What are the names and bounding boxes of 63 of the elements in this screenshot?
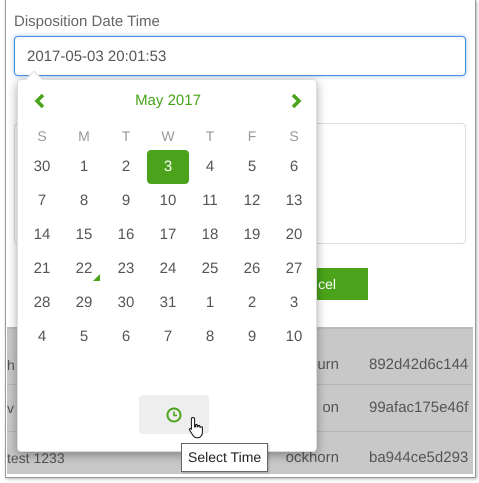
day-cell[interactable]: 4: [189, 150, 231, 184]
weekday-label: T: [204, 126, 216, 146]
weekday-label: S: [36, 126, 48, 146]
day-cell[interactable]: 29: [63, 286, 105, 320]
day-cell[interactable]: 18: [189, 218, 231, 252]
weekday-label: W: [160, 126, 176, 146]
table-cell-text: 892d42d6c144: [369, 355, 468, 376]
weekday-label: S: [288, 126, 300, 146]
day-cell[interactable]: 1: [63, 150, 105, 184]
day-cell[interactable]: 12: [231, 184, 273, 218]
day-cell[interactable]: 11: [189, 184, 231, 218]
day-cell[interactable]: 7: [21, 184, 63, 218]
day-cell[interactable]: 13: [273, 184, 315, 218]
day-cell[interactable]: 6: [273, 150, 315, 184]
date-time-field[interactable]: 2017-05-03 20:01:53: [14, 36, 466, 76]
day-cell[interactable]: 17: [147, 218, 189, 252]
table-cell-text: v: [7, 398, 14, 418]
day-cell[interactable]: 30: [21, 150, 63, 184]
table-cell-text: ba944ce5d293: [369, 448, 468, 468]
day-cell[interactable]: 20: [273, 218, 315, 252]
day-cell[interactable]: 10: [147, 184, 189, 218]
day-cell[interactable]: 22: [63, 252, 105, 286]
table-cell-text: test 1233: [7, 448, 65, 468]
day-cell[interactable]: 5: [231, 150, 273, 184]
day-cell[interactable]: 19: [231, 218, 273, 252]
day-cell[interactable]: 6: [105, 320, 147, 354]
previous-month-icon[interactable]: [34, 93, 46, 109]
day-cell[interactable]: 5: [63, 320, 105, 354]
day-cell[interactable]: 25: [189, 252, 231, 286]
day-cell[interactable]: 26: [231, 252, 273, 286]
day-cell[interactable]: 2: [105, 150, 147, 184]
weekday-label: T: [120, 126, 132, 146]
day-cell[interactable]: 23: [105, 252, 147, 286]
table-cell-text: h: [7, 356, 15, 375]
weekday-label: M: [77, 126, 91, 146]
day-cell[interactable]: 28: [21, 286, 63, 320]
day-cell[interactable]: 7: [147, 320, 189, 354]
day-cell[interactable]: 1: [189, 286, 231, 320]
pointer-cursor-icon: [188, 416, 206, 440]
day-cell[interactable]: 4: [21, 320, 63, 354]
day-cell[interactable]: 10: [273, 320, 315, 354]
day-cell[interactable]: 8: [63, 184, 105, 218]
tooltip: Select Time: [181, 443, 268, 472]
clock-icon: [166, 406, 182, 422]
day-cell[interactable]: 8: [189, 320, 231, 354]
next-month-icon[interactable]: [290, 93, 302, 109]
weekday-label: F: [246, 126, 258, 146]
field-label: Disposition Date Time: [14, 12, 160, 32]
table-cell-text: on: [322, 398, 339, 418]
day-cell[interactable]: 9: [105, 184, 147, 218]
day-cell[interactable]: 30: [105, 286, 147, 320]
day-cell[interactable]: 9: [231, 320, 273, 354]
day-cell[interactable]: 31: [147, 286, 189, 320]
day-cell[interactable]: 16: [105, 218, 147, 252]
day-cell[interactable]: 2: [231, 286, 273, 320]
select-time-button[interactable]: [139, 395, 209, 434]
day-cell[interactable]: 15: [63, 218, 105, 252]
table-cell-text: urn: [317, 355, 339, 376]
day-cell[interactable]: 21: [21, 252, 63, 286]
table-cell-text: ockhorn: [286, 448, 339, 468]
day-cell[interactable]: 14: [21, 218, 63, 252]
table-cell-text: 99afac175e46f: [369, 398, 468, 418]
day-cell[interactable]: 24: [147, 252, 189, 286]
